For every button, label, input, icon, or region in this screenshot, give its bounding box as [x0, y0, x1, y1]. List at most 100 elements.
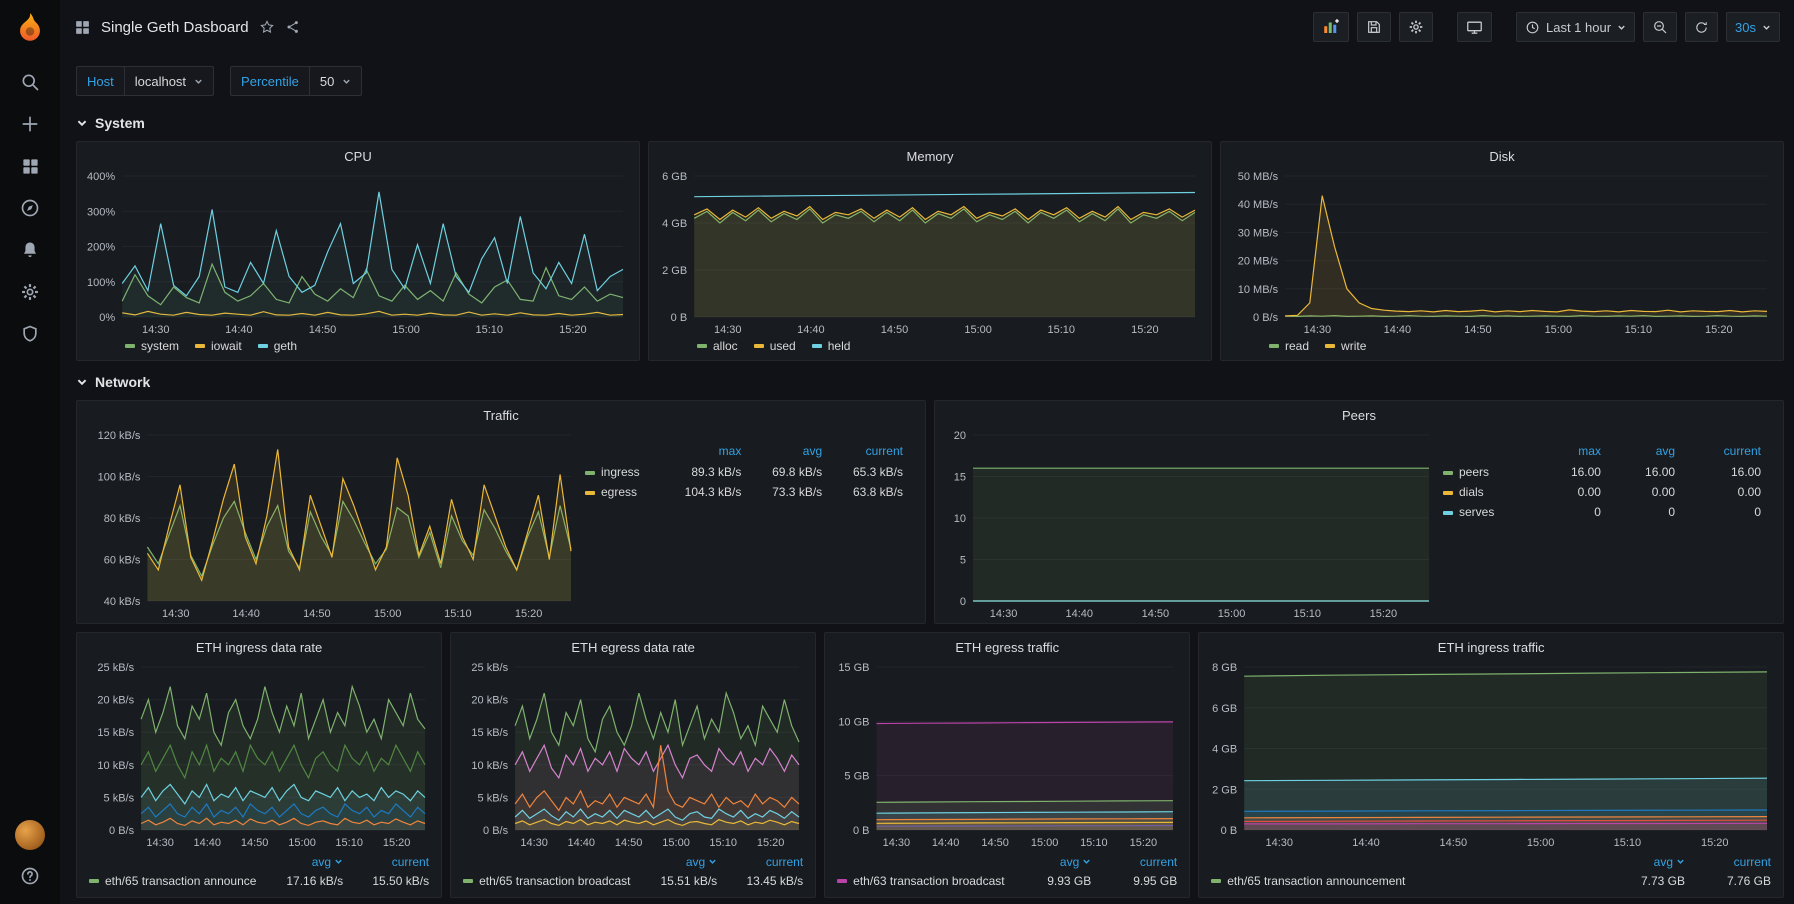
time-range-picker[interactable]: Last 1 hour: [1516, 12, 1635, 42]
chevron-down-icon: [194, 77, 203, 86]
legend-item[interactable]: system: [125, 339, 179, 353]
chevron-down-icon: [1617, 23, 1626, 32]
series-label[interactable]: eth/65 transaction broadcast: [463, 874, 631, 888]
eth-egress-traffic-chart[interactable]: 0 B5 GB10 GB15 GB14:3014:4014:5015:0015:…: [833, 657, 1181, 850]
cycle-view-button[interactable]: [1457, 12, 1492, 42]
panel-title[interactable]: CPU: [85, 146, 631, 166]
legend-col-current[interactable]: current: [343, 855, 429, 869]
peers-legend-table: max avg current peers 16.00 16.00 16.00: [1443, 441, 1763, 522]
legend-col-avg[interactable]: avg: [743, 441, 824, 462]
share-button[interactable]: [285, 19, 301, 35]
series-label[interactable]: serves: [1443, 502, 1529, 522]
dashboard-title[interactable]: Single Geth Dasboard: [101, 19, 249, 36]
legend-col-avg[interactable]: avg: [257, 855, 343, 869]
svg-text:15:10: 15:10: [476, 324, 504, 336]
series-current: 7.76 GB: [1685, 874, 1771, 888]
disk-chart[interactable]: 0 B/s10 MB/s20 MB/s30 MB/s40 MB/s50 MB/s…: [1229, 166, 1775, 337]
variable-percentile-value[interactable]: 50: [309, 66, 362, 96]
svg-text:14:30: 14:30: [520, 837, 548, 849]
eth-egress-data-rate-chart[interactable]: 0 B/s5 kB/s10 kB/s15 kB/s20 kB/s25 kB/s1…: [459, 657, 807, 850]
panel-title[interactable]: Memory: [657, 146, 1203, 166]
user-avatar[interactable]: [15, 820, 45, 850]
svg-text:15:10: 15:10: [710, 837, 738, 849]
svg-text:14:40: 14:40: [1065, 608, 1093, 620]
sidebar-item-search[interactable]: [0, 63, 60, 101]
legend-item[interactable]: alloc: [697, 339, 738, 353]
sidebar-item-configuration[interactable]: [0, 273, 60, 311]
svg-text:0 B: 0 B: [671, 312, 688, 324]
legend-item[interactable]: held: [812, 339, 851, 353]
legend-item[interactable]: iowait: [195, 339, 242, 353]
legend-col-avg[interactable]: avg: [1005, 855, 1091, 869]
panel-title[interactable]: ETH egress data rate: [459, 637, 807, 657]
eth-ingress-data-rate-chart[interactable]: 0 B/s5 kB/s10 kB/s15 kB/s20 kB/s25 kB/s1…: [85, 657, 433, 850]
series-label[interactable]: eth/65 transaction announcement: [89, 874, 257, 888]
chevron-down-icon: [1762, 23, 1771, 32]
series-label[interactable]: dials: [1443, 482, 1529, 502]
series-label[interactable]: peers: [1443, 462, 1529, 482]
save-dashboard-button[interactable]: [1357, 12, 1391, 42]
sidebar-item-server-admin[interactable]: [0, 315, 60, 353]
legend-col-current[interactable]: current: [824, 441, 905, 462]
legend-col-current[interactable]: current: [1677, 441, 1763, 462]
legend-col-avg[interactable]: avg: [1599, 855, 1685, 869]
eth-ingress-traffic-chart[interactable]: 0 B2 GB4 GB6 GB8 GB14:3014:4014:5015:001…: [1207, 657, 1775, 850]
panel-traffic: Traffic 40 kB/s60 kB/s80 kB/s100 kB/s120…: [76, 400, 926, 624]
system-row: CPU 0%100%200%300%400%14:3014:4014:5015:…: [76, 141, 1784, 361]
legend-item[interactable]: read: [1269, 339, 1309, 353]
series-max: 16.00: [1529, 462, 1603, 482]
series-label[interactable]: ingress: [585, 462, 654, 482]
refresh-interval-picker[interactable]: 30s: [1726, 12, 1780, 42]
eth-egress-data-rate-legend: avg current eth/65 transaction broadcast…: [459, 850, 807, 895]
panel-title[interactable]: ETH egress traffic: [833, 637, 1181, 657]
panel-title[interactable]: Disk: [1229, 146, 1775, 166]
add-panel-button[interactable]: [1313, 12, 1349, 42]
traffic-chart[interactable]: 40 kB/s60 kB/s80 kB/s100 kB/s120 kB/s14:…: [85, 425, 579, 621]
svg-text:6 GB: 6 GB: [662, 171, 687, 183]
sidebar-item-help[interactable]: [0, 862, 60, 890]
svg-text:15:00: 15:00: [288, 837, 316, 849]
legend-col-avg[interactable]: avg: [1603, 441, 1677, 462]
grafana-logo[interactable]: [7, 5, 53, 51]
series-color-mark: [1211, 879, 1221, 883]
legend-col-avg[interactable]: avg: [631, 855, 717, 869]
legend-col-max[interactable]: max: [1529, 441, 1603, 462]
series-avg: 17.16 kB/s: [257, 874, 343, 888]
legend-col-current[interactable]: current: [717, 855, 803, 869]
legend-item[interactable]: used: [754, 339, 796, 353]
series-label[interactable]: eth/65 transaction announcement: [1211, 874, 1599, 888]
memory-chart[interactable]: 0 B2 GB4 GB6 GB14:3014:4014:5015:0015:10…: [657, 166, 1203, 337]
series-color-mark: [1325, 344, 1335, 348]
variable-host-value[interactable]: localhost: [124, 66, 214, 96]
cpu-chart[interactable]: 0%100%200%300%400%14:3014:4014:5015:0015…: [85, 166, 631, 337]
legend-col-current[interactable]: current: [1685, 855, 1771, 869]
svg-text:14:50: 14:50: [303, 608, 331, 620]
sidebar-item-explore[interactable]: [0, 189, 60, 227]
series-current: 65.3 kB/s: [824, 462, 905, 482]
section-system[interactable]: System: [76, 110, 1784, 136]
sidebar-item-create[interactable]: [0, 105, 60, 143]
panel-title[interactable]: ETH ingress data rate: [85, 637, 433, 657]
series-label[interactable]: eth/63 transaction broadcast: [837, 874, 1005, 888]
svg-text:15:10: 15:10: [1614, 837, 1642, 849]
legend-col-current[interactable]: current: [1091, 855, 1177, 869]
dashboard-settings-button[interactable]: [1399, 12, 1433, 42]
panel-title[interactable]: ETH ingress traffic: [1207, 637, 1775, 657]
refresh-button[interactable]: [1685, 12, 1718, 42]
legend-item[interactable]: geth: [258, 339, 297, 353]
sidebar-item-dashboards[interactable]: [0, 147, 60, 185]
star-button[interactable]: [259, 19, 275, 35]
series-color-mark: [195, 344, 205, 348]
panel-title[interactable]: Peers: [943, 405, 1775, 425]
legend-item[interactable]: write: [1325, 339, 1366, 353]
series-label[interactable]: egress: [585, 482, 654, 502]
panel-title[interactable]: Traffic: [85, 405, 917, 425]
chevron-down-icon: [76, 376, 88, 388]
sidebar-item-alerting[interactable]: [0, 231, 60, 269]
sidebar: [0, 0, 60, 904]
peers-chart[interactable]: 0510152014:3014:4014:5015:0015:1015:20: [943, 425, 1437, 621]
zoom-out-button[interactable]: [1643, 12, 1677, 42]
section-network[interactable]: Network: [76, 369, 1784, 395]
legend-col-max[interactable]: max: [654, 441, 743, 462]
gear-icon: [20, 282, 40, 302]
